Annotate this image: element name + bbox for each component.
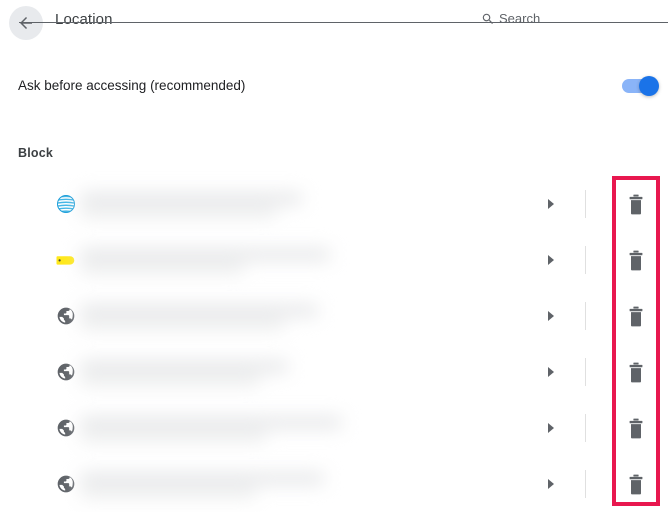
table-row[interactable] (0, 400, 668, 456)
site-name-redacted (80, 294, 358, 338)
site-name-redacted (80, 238, 370, 282)
ask-before-accessing-row: Ask before accessing (recommended) (0, 66, 668, 110)
search-underline (19, 22, 668, 23)
row-divider (585, 246, 586, 274)
trash-icon[interactable] (626, 418, 646, 439)
row-divider (585, 414, 586, 442)
globe-icon (56, 474, 76, 494)
chevron-right-icon[interactable] (545, 309, 557, 323)
row-divider (585, 190, 586, 218)
block-section-title: Block (18, 146, 54, 160)
table-row[interactable] (0, 344, 668, 400)
search-icon (481, 12, 495, 26)
chevron-right-icon[interactable] (545, 477, 557, 491)
chevron-right-icon[interactable] (545, 365, 557, 379)
table-row[interactable] (0, 456, 668, 512)
back-button[interactable] (9, 6, 43, 40)
table-row[interactable] (0, 232, 668, 288)
site-name-redacted (80, 350, 328, 394)
site-name-redacted (80, 182, 342, 226)
chevron-right-icon[interactable] (545, 197, 557, 211)
table-row[interactable] (0, 176, 668, 232)
trash-icon[interactable] (626, 362, 646, 383)
toggle-knob (639, 76, 659, 96)
chevron-right-icon[interactable] (545, 421, 557, 435)
row-divider (585, 358, 586, 386)
row-divider (585, 470, 586, 498)
globe-icon (56, 362, 76, 382)
site-name-redacted (80, 406, 382, 450)
yellow-tag-icon (56, 250, 76, 270)
table-row[interactable] (0, 288, 668, 344)
att-globe-icon (56, 194, 76, 214)
blocked-sites-list (0, 176, 668, 512)
row-divider (585, 302, 586, 330)
chevron-right-icon[interactable] (545, 253, 557, 267)
search-input[interactable] (499, 8, 668, 29)
site-name-redacted (80, 462, 364, 506)
arrow-back-icon (17, 14, 35, 32)
globe-icon (56, 306, 76, 326)
trash-icon[interactable] (626, 474, 646, 495)
trash-icon[interactable] (626, 194, 646, 215)
search-box[interactable] (478, 8, 668, 34)
page-title: Location (55, 11, 113, 28)
trash-icon[interactable] (626, 250, 646, 271)
trash-icon[interactable] (626, 306, 646, 327)
ask-before-accessing-label: Ask before accessing (recommended) (18, 78, 246, 93)
ask-before-accessing-toggle[interactable] (622, 76, 659, 96)
globe-icon (56, 418, 76, 438)
page-header: Location (0, 0, 668, 46)
